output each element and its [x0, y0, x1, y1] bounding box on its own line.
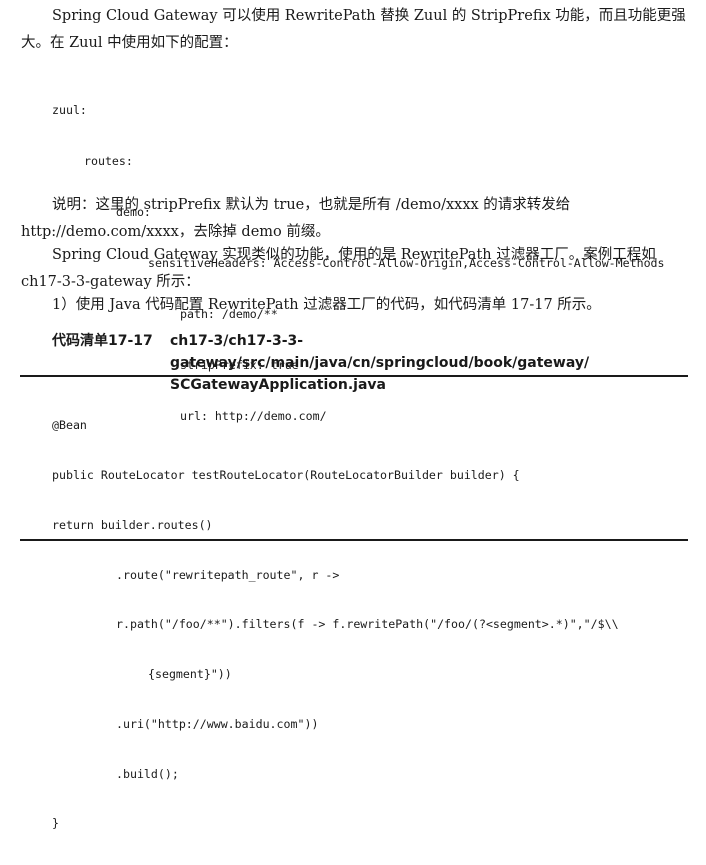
- code-line: public RouteLocator testRouteLocator(Rou…: [52, 467, 520, 482]
- code-line: }: [52, 816, 59, 831]
- listing-path-line: ch17-3/ch17-3-3-gateway/src/main/java/cn…: [170, 333, 590, 371]
- code-line: r.path("/foo/**").filters(f -> f.rewrite…: [116, 617, 619, 632]
- document-page: Spring Cloud Gateway 可以使用 RewritePath 替换…: [0, 0, 706, 830]
- java-code-block: @Bean public RouteLocator testRouteLocat…: [52, 384, 619, 865]
- code-line: {segment}")): [148, 667, 232, 682]
- explanation-paragraph: 说明：这里的 stripPrefix 默认为 true，也就是所有 /demo/…: [21, 197, 571, 240]
- code-line: .uri("http://www.baidu.com")): [116, 716, 319, 731]
- code-line: .route("rewritepath_route", r ->: [116, 567, 340, 582]
- similar-paragraph: Spring Cloud Gateway 实现类似的功能，使用的是 Rewrit…: [21, 247, 656, 290]
- listing-title: 代码清单17-17: [52, 333, 153, 349]
- listing-bottom-rule: [20, 539, 688, 541]
- step-1-paragraph: 1）使用 Java 代码配置 RewritePath 过滤器工厂的代码，如代码清…: [52, 297, 601, 313]
- code-line: @Bean: [52, 418, 87, 433]
- code-line: return builder.routes(): [52, 517, 213, 532]
- code-line: .build();: [116, 766, 179, 781]
- listing-top-rule: [20, 375, 688, 377]
- intro-paragraph: Spring Cloud Gateway 可以使用 RewritePath 替换…: [21, 8, 686, 51]
- yaml-line: zuul:: [52, 103, 87, 117]
- yaml-line: routes:: [84, 154, 133, 168]
